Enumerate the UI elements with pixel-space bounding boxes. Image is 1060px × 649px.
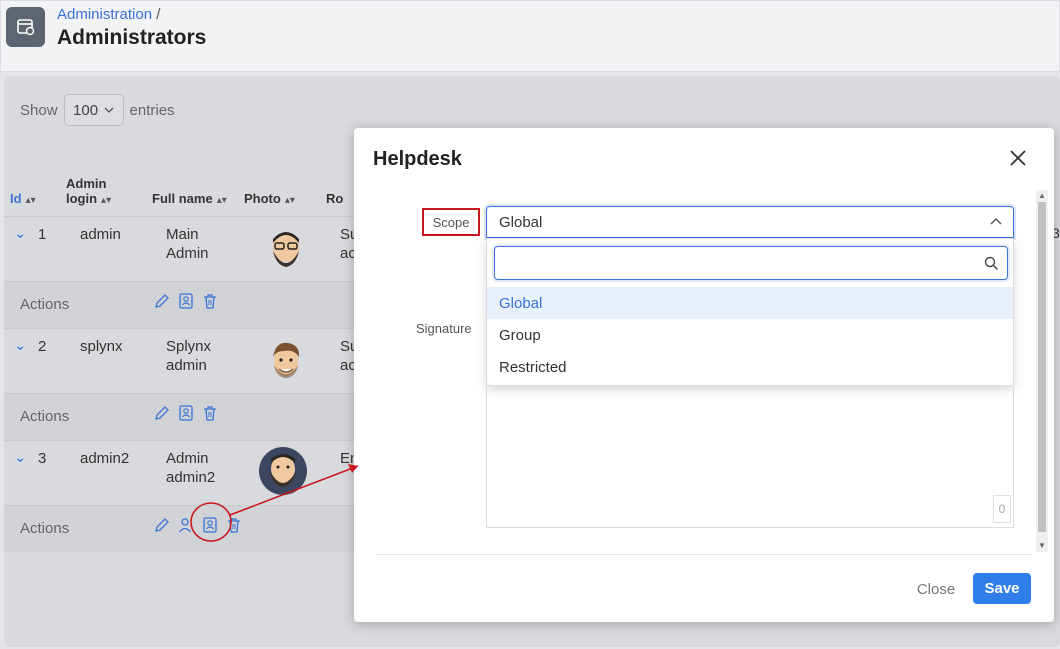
- dropdown-search-input[interactable]: [503, 247, 973, 277]
- actions-label: Actions: [20, 296, 70, 313]
- breadcrumb: Administration /: [57, 6, 160, 23]
- breadcrumb-separator: /: [156, 6, 161, 23]
- cell-fullname-line2: Admin: [166, 245, 209, 262]
- cell-fullname-line1: Main: [166, 226, 199, 243]
- entries-value: 100: [73, 101, 99, 119]
- dropdown-search[interactable]: [494, 246, 1008, 280]
- modal-title: Helpdesk: [373, 148, 462, 170]
- row-actions: Actions: [4, 393, 360, 440]
- scroll-thumb[interactable]: [1038, 202, 1046, 532]
- option-restricted[interactable]: Restricted: [487, 351, 1013, 383]
- signature-textarea[interactable]: 0: [486, 386, 1014, 528]
- char-counter: 0: [993, 495, 1011, 523]
- cell-login: admin2: [80, 450, 130, 467]
- helpdesk-modal: Helpdesk Scope Global Global Group Restr…: [354, 128, 1054, 622]
- page-header: Administration / Administrators: [0, 0, 1060, 72]
- scope-value: Global: [499, 213, 543, 231]
- cell-fullname-line2: admin2: [166, 469, 216, 486]
- avatar: [259, 447, 307, 495]
- footer-divider: [376, 554, 1032, 555]
- chevron-down-icon[interactable]: ⌄: [14, 336, 27, 355]
- table-row[interactable]: ⌄ 2 splynx Splynx admin Su ac: [4, 328, 360, 393]
- chevron-down-icon: [104, 107, 114, 113]
- actions-label: Actions: [20, 520, 70, 537]
- column-header-admin-login[interactable]: Admin login ▴▾: [60, 172, 146, 212]
- scroll-down-icon[interactable]: ▼: [1038, 541, 1046, 550]
- column-header-id[interactable]: Id ▴▾: [4, 172, 60, 212]
- chevron-down-icon[interactable]: ⌄: [14, 224, 27, 243]
- show-entries: Show 100 entries: [20, 94, 175, 126]
- avatar: [262, 339, 310, 387]
- table-header-row: Id ▴▾ Admin login ▴▾ Full name ▴▾ Photo ▴▾ R…: [4, 172, 360, 212]
- option-global[interactable]: Global: [487, 287, 1013, 319]
- user-icon[interactable]: [178, 517, 194, 533]
- option-group[interactable]: Group: [487, 319, 1013, 351]
- entries-label: entries: [129, 101, 175, 119]
- close-button[interactable]: Close: [906, 574, 966, 604]
- page-title: Administrators: [57, 26, 207, 49]
- cell-login: admin: [80, 226, 121, 243]
- pencil-icon[interactable]: [154, 405, 170, 421]
- cell-id: 1: [38, 226, 47, 243]
- column-header-photo[interactable]: Photo ▴▾: [238, 172, 320, 212]
- scope-label: Scope: [422, 208, 480, 236]
- cell-id: 3: [38, 450, 47, 467]
- row-actions: Actions: [4, 281, 360, 328]
- chevron-down-icon[interactable]: ⌄: [14, 448, 27, 467]
- scope-dropdown: Global Group Restricted: [486, 238, 1014, 386]
- search-icon: [984, 256, 999, 271]
- row-actions: Actions: [4, 505, 360, 552]
- trash-icon[interactable]: [202, 293, 218, 309]
- pencil-icon[interactable]: [154, 517, 170, 533]
- id-badge-icon[interactable]: [178, 405, 194, 421]
- scope-select[interactable]: Global: [486, 206, 1014, 238]
- pencil-icon[interactable]: [154, 293, 170, 309]
- save-button[interactable]: Save: [973, 573, 1031, 604]
- breadcrumb-administration-link[interactable]: Administration: [57, 6, 152, 23]
- table-row[interactable]: ⌄ 1 admin Main Admin Su ac: [4, 216, 360, 281]
- cell-fullname-line2: admin: [166, 357, 207, 374]
- window-settings-icon: [6, 7, 45, 47]
- cell-id: 2: [38, 338, 47, 355]
- avatar: [262, 227, 310, 275]
- scroll-up-icon[interactable]: ▲: [1038, 191, 1046, 200]
- chevron-up-icon: [990, 218, 1002, 225]
- administrators-table: Id ▴▾ Admin login ▴▾ Full name ▴▾ Photo ▴▾ R…: [4, 172, 360, 212]
- id-badge-icon[interactable]: [178, 293, 194, 309]
- cell-fullname-line1: Splynx: [166, 338, 212, 355]
- trash-icon[interactable]: [202, 405, 218, 421]
- show-label: Show: [20, 101, 58, 119]
- cell-login: splynx: [80, 338, 123, 355]
- cell-fullname-line1: Admin: [166, 450, 209, 467]
- entries-select[interactable]: 100: [63, 94, 124, 126]
- actions-label: Actions: [20, 408, 70, 425]
- table-row[interactable]: ⌄ 3 admin2 Admin admin2 En: [4, 440, 360, 505]
- modal-scrollbar[interactable]: ▲ ▼: [1036, 190, 1048, 552]
- column-header-full-name[interactable]: Full name ▴▾: [146, 172, 238, 212]
- trash-icon[interactable]: [226, 517, 242, 533]
- close-icon[interactable]: [1006, 146, 1030, 170]
- id-badge-icon[interactable]: [202, 517, 218, 533]
- signature-label: Signature: [416, 321, 472, 336]
